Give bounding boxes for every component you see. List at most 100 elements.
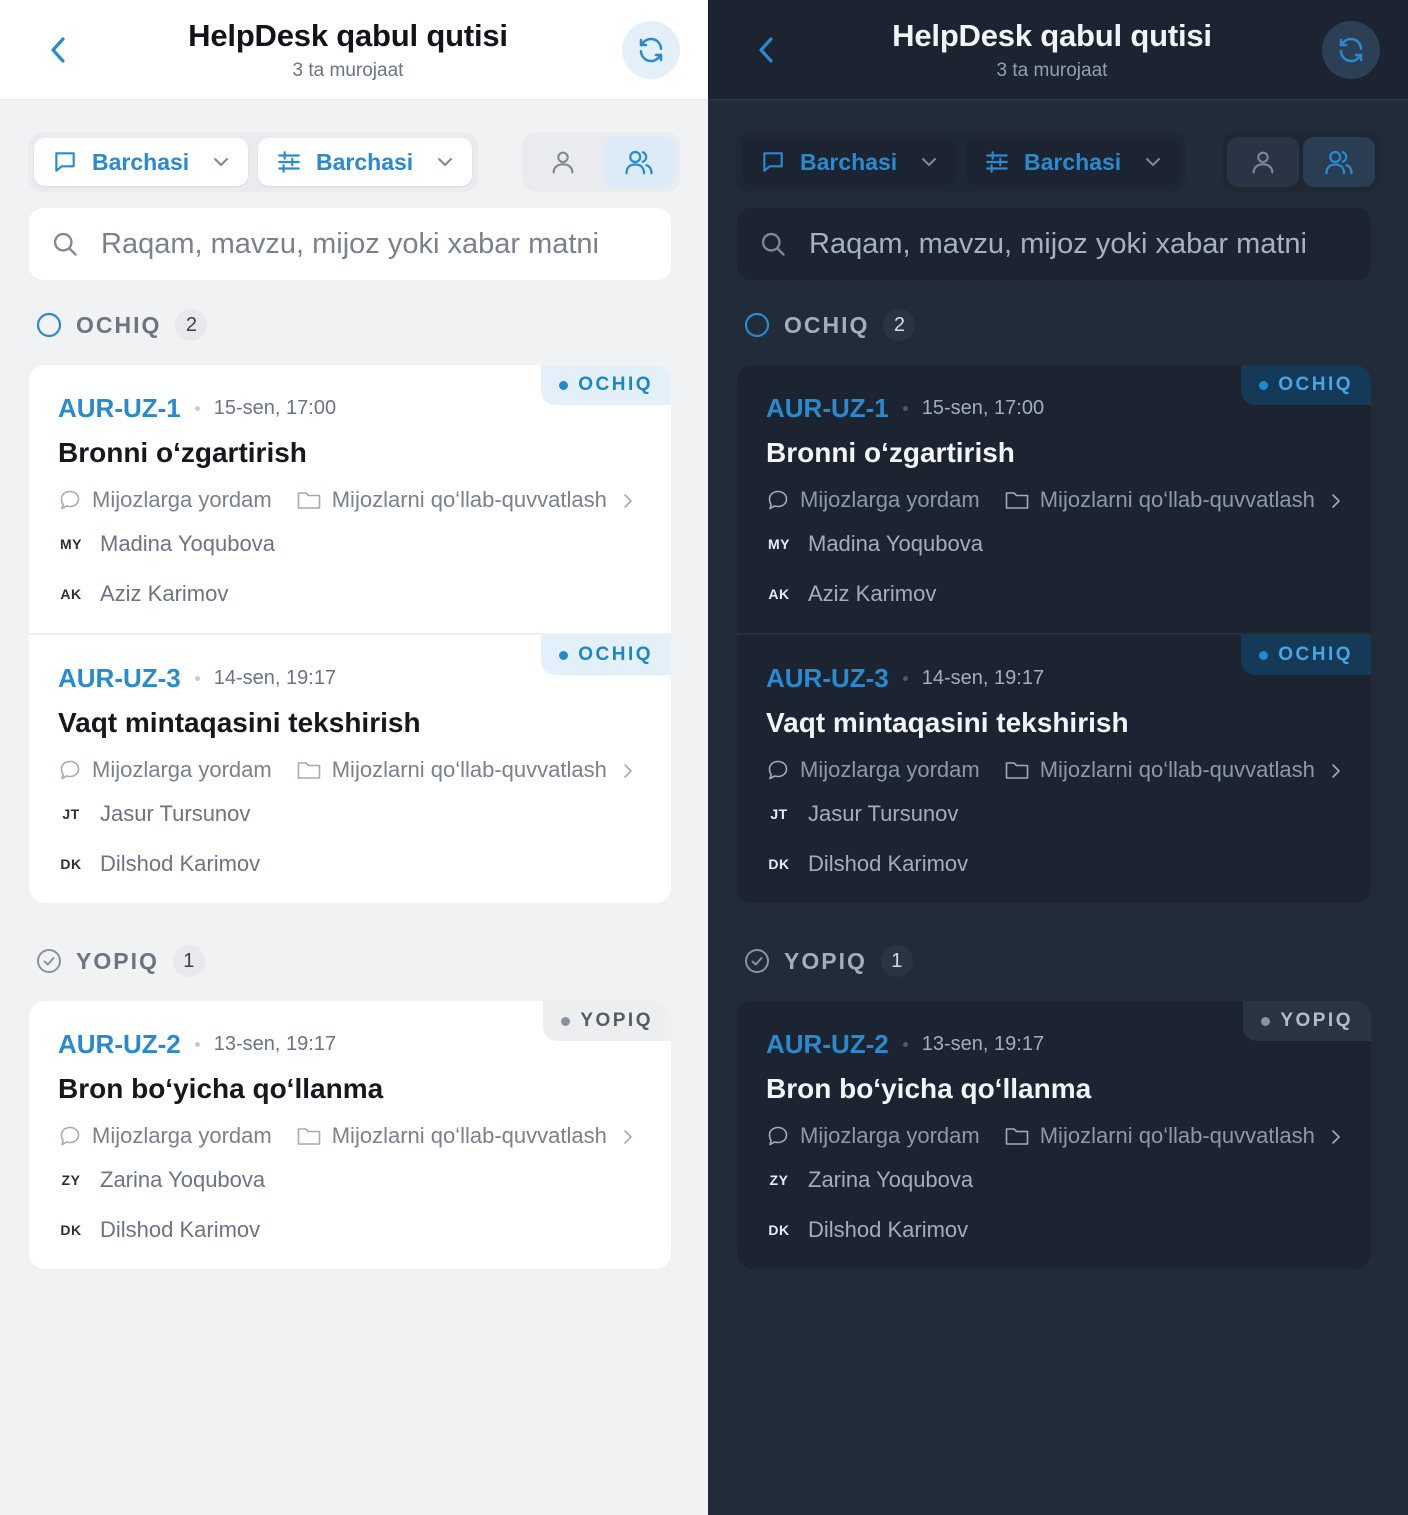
ticket-subject: Bron bo‘yicha qo‘llanma xyxy=(766,1073,1092,1104)
team-tickets-view-button[interactable] xyxy=(1303,137,1375,187)
status-dot xyxy=(561,1016,571,1026)
status-dot xyxy=(1259,650,1269,660)
agent-row: AK Aziz Karimov xyxy=(766,569,1343,619)
ticket-card[interactable]: YOPIQ AUR-UZ-2 13-sen, 19:17 Bron bo‘yic… xyxy=(737,1001,1371,1255)
separator-dot xyxy=(902,675,908,681)
customer-row: ZY Zarina Yoqubova xyxy=(58,1155,643,1205)
header: HelpDesk qabul qutisi 3 ta murojaat xyxy=(0,0,708,100)
refresh-button[interactable] xyxy=(1322,20,1380,79)
ticket-card[interactable]: OCHIQ AUR-UZ-3 14-sen, 19:17 Vaqt mintaq… xyxy=(29,633,671,889)
chevron-right-icon xyxy=(1332,494,1340,508)
customer-row: JT Jasur Tursunov xyxy=(58,789,643,839)
refresh-button[interactable] xyxy=(622,20,680,79)
ticket-subject: Vaqt mintaqasini tekshirish xyxy=(58,707,421,738)
ticket-path: Mijozlarga yordam Mijozlarni qo‘llab-quv… xyxy=(58,1123,643,1149)
agent-row: DK Dilshod Karimov xyxy=(766,1205,1343,1255)
ticket-id: AUR-UZ-3 xyxy=(58,662,181,693)
dark-theme-panel: HelpDesk qabul qutisi 3 ta murojaat Barc… xyxy=(708,0,1408,1515)
header-title-block: HelpDesk qabul qutisi 3 ta murojaat xyxy=(74,18,622,82)
chevron-right-icon xyxy=(1332,1130,1340,1144)
closed-ticket-list: YOPIQ AUR-UZ-2 13-sen, 19:17 Bron bo‘yic… xyxy=(737,1001,1371,1269)
customer-name: Jasur Tursunov xyxy=(808,801,959,826)
customer-row: MY Madina Yoqubova xyxy=(58,519,643,569)
chevron-right-icon xyxy=(624,1130,632,1144)
status-badge: OCHIQ xyxy=(1241,635,1371,675)
filter-dropdown-group: Barchasi Barchasi xyxy=(736,132,1186,192)
back-button[interactable] xyxy=(750,34,782,66)
avatar: ZY xyxy=(769,1172,789,1188)
closed-ticket-list: YOPIQ AUR-UZ-2 13-sen, 19:17 Bron bo‘yic… xyxy=(29,1001,671,1269)
search-icon xyxy=(53,232,77,256)
my-tickets-view-button[interactable] xyxy=(1227,137,1299,187)
ticket-card[interactable]: YOPIQ AUR-UZ-2 13-sen, 19:17 Bron bo‘yic… xyxy=(29,1001,671,1255)
ticket-channel: Mijozlarga yordam xyxy=(92,487,272,512)
open-section-label: OCHIQ xyxy=(784,311,870,338)
my-tickets-view-button[interactable] xyxy=(527,137,599,187)
status-dot xyxy=(559,380,569,390)
avatar: JT xyxy=(770,806,788,822)
agent-row: DK Dilshod Karimov xyxy=(766,839,1343,889)
ticket-team: Mijozlarni qo‘llab-quvvatlash xyxy=(1039,487,1315,512)
ticket-path: Mijozlarga yordam Mijozlarni qo‘llab-quv… xyxy=(766,487,1343,513)
chat-bubble-icon xyxy=(768,490,788,510)
sliders-icon xyxy=(986,151,1008,173)
ticket-date: 13-sen, 19:17 xyxy=(213,1032,337,1055)
chat-bubble-icon xyxy=(60,760,80,780)
status-badge-label: YOPIQ xyxy=(1280,1010,1353,1031)
light-theme-panel: HelpDesk qabul qutisi 3 ta murojaat Barc… xyxy=(0,0,708,1515)
ticket-card[interactable]: OCHIQ AUR-UZ-3 14-sen, 19:17 Vaqt mintaq… xyxy=(737,633,1371,889)
ticket-date: 14-sen, 19:17 xyxy=(921,666,1045,689)
ticket-subject: Vaqt mintaqasini tekshirish xyxy=(766,707,1129,738)
filter-dropdown-group: Barchasi Barchasi xyxy=(28,132,478,192)
agent-name: Dilshod Karimov xyxy=(808,1217,969,1242)
page-title: HelpDesk qabul qutisi xyxy=(188,17,508,53)
avatar: AK xyxy=(768,586,790,602)
status-badge-label: OCHIQ xyxy=(578,374,653,395)
avatar: DK xyxy=(768,1222,790,1238)
team-tickets-view-button[interactable] xyxy=(603,137,675,187)
avatar: JT xyxy=(62,806,80,822)
ticket-team: Mijozlarni qo‘llab-quvvatlash xyxy=(1039,1123,1315,1148)
closed-section-header: YOPIQ 1 xyxy=(708,943,1408,979)
chevron-down-icon xyxy=(922,158,936,166)
status-filter-dropdown[interactable]: Barchasi xyxy=(258,138,472,186)
ticket-card[interactable]: OCHIQ AUR-UZ-1 15-sen, 17:00 Bronni o‘zg… xyxy=(737,365,1371,619)
chat-bubble-icon xyxy=(763,152,783,172)
ticket-id: AUR-UZ-2 xyxy=(58,1028,181,1059)
customer-row: ZY Zarina Yoqubova xyxy=(766,1155,1343,1205)
chevron-right-icon xyxy=(624,764,632,778)
ticket-team: Mijozlarni qo‘llab-quvvatlash xyxy=(1039,757,1315,782)
chat-bubble-icon xyxy=(60,490,80,510)
ticket-channel: Mijozlarga yordam xyxy=(92,757,272,782)
back-button[interactable] xyxy=(42,34,74,66)
search-input[interactable] xyxy=(101,227,649,261)
agent-name: Aziz Karimov xyxy=(100,581,229,606)
separator-dot xyxy=(194,675,200,681)
users-icon xyxy=(625,150,653,175)
status-badge: YOPIQ xyxy=(1243,1001,1371,1041)
search-icon xyxy=(761,232,785,256)
customer-name: Zarina Yoqubova xyxy=(808,1167,974,1192)
ticket-id: AUR-UZ-2 xyxy=(766,1028,889,1059)
customer-name: Madina Yoqubova xyxy=(808,531,983,556)
search-input[interactable] xyxy=(809,227,1349,261)
chevron-left-icon xyxy=(51,36,65,63)
customer-name: Jasur Tursunov xyxy=(100,801,251,826)
agent-name: Dilshod Karimov xyxy=(100,851,261,876)
status-filter-dropdown[interactable]: Barchasi xyxy=(966,138,1180,186)
customer-name: Madina Yoqubova xyxy=(100,531,275,556)
search-bar xyxy=(29,208,671,280)
avatar: MY xyxy=(60,536,82,552)
ticket-path: Mijozlarga yordam Mijozlarni qo‘llab-quv… xyxy=(58,757,643,783)
status-badge-label: OCHIQ xyxy=(1278,374,1353,395)
check-circle-icon xyxy=(745,949,769,973)
ticket-date: 15-sen, 17:00 xyxy=(213,396,337,419)
channel-filter-dropdown[interactable]: Barchasi xyxy=(742,138,956,186)
ticket-card[interactable]: OCHIQ AUR-UZ-1 15-sen, 17:00 Bronni o‘zg… xyxy=(29,365,671,619)
open-ticket-list: OCHIQ AUR-UZ-1 15-sen, 17:00 Bronni o‘zg… xyxy=(29,365,671,903)
header-title-block: HelpDesk qabul qutisi 3 ta murojaat xyxy=(782,18,1322,82)
channel-filter-dropdown[interactable]: Barchasi xyxy=(34,138,248,186)
agent-name: Dilshod Karimov xyxy=(100,1217,261,1242)
status-dot xyxy=(1259,380,1269,390)
ticket-id: AUR-UZ-1 xyxy=(766,392,889,423)
